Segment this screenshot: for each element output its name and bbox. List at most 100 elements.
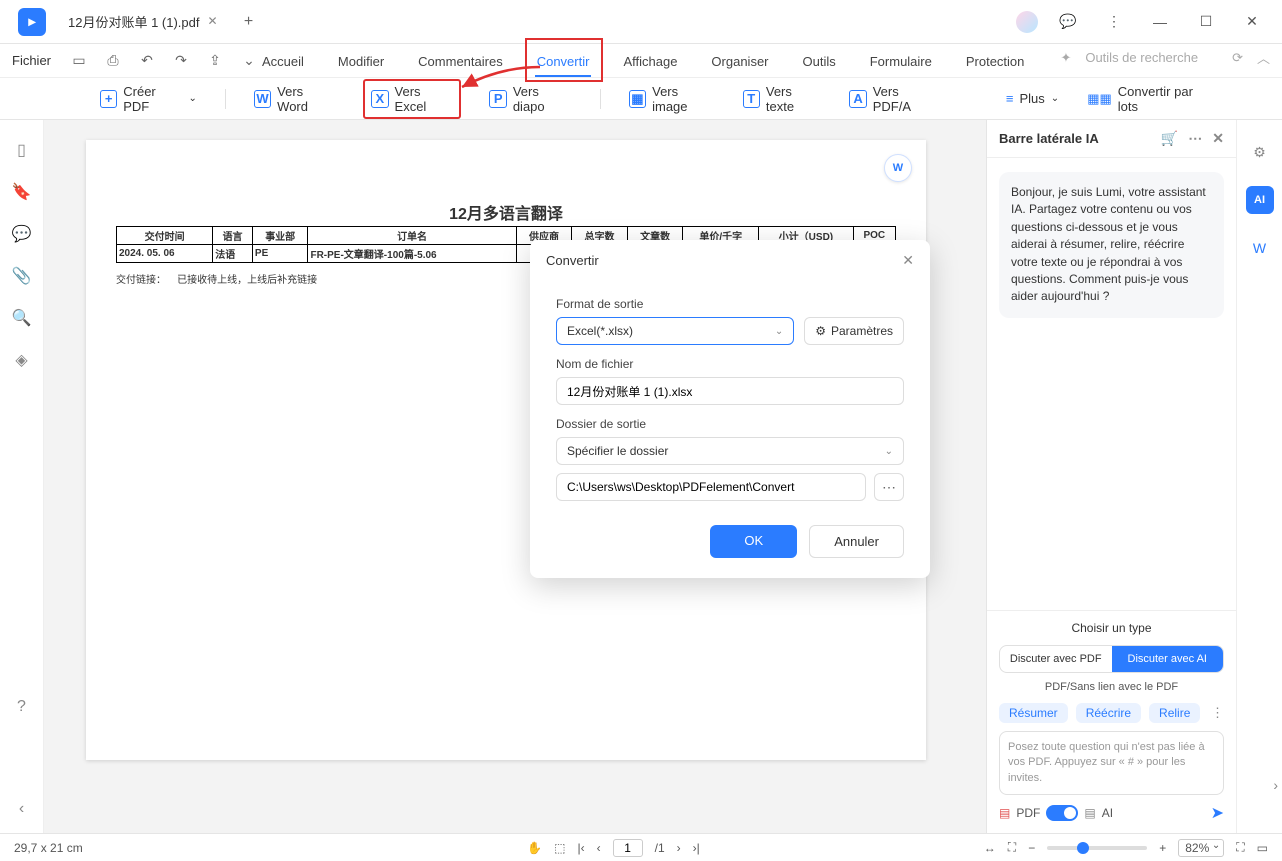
tab-outils[interactable]: Outils: [801, 48, 838, 75]
page-dimensions: 29,7 x 21 cm: [14, 841, 83, 855]
fullscreen-icon[interactable]: ⛶: [1236, 840, 1244, 855]
file-menu[interactable]: Fichier: [12, 53, 51, 68]
zoom-slider[interactable]: [1047, 846, 1147, 850]
tab-commentaires[interactable]: Commentaires: [416, 48, 505, 75]
batch-convert-button[interactable]: ▦▦Convertir par lots: [1087, 84, 1212, 114]
word-rail-icon[interactable]: W: [1246, 234, 1274, 262]
word-icon: W: [254, 90, 271, 108]
comment-icon[interactable]: 💬: [1052, 6, 1084, 38]
create-pdf-button[interactable]: +Créer PDF⌄: [100, 84, 197, 114]
comment-rail-icon[interactable]: 💬: [12, 224, 32, 244]
page-icon[interactable]: ▯: [12, 140, 32, 160]
to-image-button[interactable]: ▦Vers image: [629, 84, 715, 114]
page-number-input[interactable]: [613, 839, 643, 857]
read-mode-icon[interactable]: ▭: [1257, 841, 1268, 855]
tab-affichage[interactable]: Affichage: [621, 48, 679, 75]
discuss-pdf-button[interactable]: Discuter avec PDF: [1000, 646, 1112, 672]
cancel-button[interactable]: Annuler: [809, 525, 904, 558]
to-pdfa-button[interactable]: AVers PDF/A: [849, 84, 938, 114]
next-page-icon[interactable]: ›: [677, 841, 681, 855]
open-icon[interactable]: ▭: [65, 49, 93, 73]
avatar[interactable]: [1016, 11, 1038, 33]
plus-icon: +: [100, 90, 117, 108]
gear-icon: ⚙: [815, 324, 826, 338]
undo-icon[interactable]: ↶: [133, 49, 161, 73]
tab-convertir[interactable]: Convertir: [535, 48, 592, 77]
format-select[interactable]: Excel(*.xlsx)⌄: [556, 317, 794, 345]
fit-width-icon[interactable]: ↔: [984, 841, 996, 855]
parameters-button[interactable]: ⚙Paramètres: [804, 317, 904, 345]
print-icon[interactable]: ⎙: [99, 49, 127, 73]
more-icon[interactable]: ⋯: [1188, 130, 1202, 147]
to-text-button[interactable]: TVers texte: [743, 84, 822, 114]
text-icon: T: [743, 90, 760, 108]
format-label: Format de sortie: [556, 297, 904, 311]
link-note: PDF/Sans lien avec le PDF: [999, 681, 1224, 693]
tab-organiser[interactable]: Organiser: [709, 48, 770, 75]
pdf-toggle[interactable]: [1046, 805, 1078, 821]
to-excel-button[interactable]: XVers Excel: [363, 79, 461, 119]
tab-modifier[interactable]: Modifier: [336, 48, 386, 75]
settings-sliders-icon[interactable]: ⚙: [1246, 138, 1274, 166]
prev-page-icon[interactable]: ‹: [597, 841, 601, 855]
select-tool-icon[interactable]: ⬚: [554, 841, 565, 855]
kebab-menu-icon[interactable]: ⋮: [1098, 6, 1130, 38]
close-sidebar-icon[interactable]: ✕: [1212, 130, 1224, 147]
search-tools-label[interactable]: Outils de recherche: [1085, 50, 1198, 65]
tab-accueil[interactable]: Accueil: [260, 48, 306, 75]
help-icon[interactable]: ?: [12, 697, 32, 717]
powerpoint-icon: P: [489, 90, 506, 108]
more-button[interactable]: ≡Plus⌄: [1006, 91, 1059, 106]
first-page-icon[interactable]: |‹: [578, 841, 585, 855]
chevron-up-icon[interactable]: ︿: [1257, 48, 1270, 67]
chip-resume[interactable]: Résumer: [999, 703, 1068, 723]
browse-button[interactable]: ⋯: [874, 473, 904, 501]
collapse-left-icon[interactable]: ‹: [12, 799, 32, 819]
cloud-sync-icon[interactable]: ⟳: [1232, 50, 1243, 66]
choose-type-label: Choisir un type: [999, 621, 1224, 635]
chip-rewrite[interactable]: Réécrire: [1076, 703, 1141, 723]
zoom-out-icon[interactable]: −: [1028, 841, 1035, 855]
redo-icon[interactable]: ↷: [167, 49, 195, 73]
ai-input[interactable]: Posez toute question qui n'est pas liée …: [999, 731, 1224, 795]
collapse-right-icon[interactable]: ›: [1273, 777, 1278, 793]
fit-page-icon[interactable]: ⛶: [1008, 840, 1016, 855]
convert-dialog: Convertir ✕ Format de sortie Excel(*.xls…: [530, 240, 930, 578]
hand-tool-icon[interactable]: ✋: [527, 841, 542, 855]
tab-protection[interactable]: Protection: [964, 48, 1027, 75]
output-path-input[interactable]: [556, 473, 866, 501]
status-bar: 29,7 x 21 cm ✋ ⬚ |‹ ‹ /1 › ›| ↔ ⛶ − + 82…: [0, 833, 1282, 861]
tab-formulaire[interactable]: Formulaire: [868, 48, 934, 75]
pdfa-icon: A: [849, 90, 866, 108]
attachment-icon[interactable]: 📎: [12, 266, 32, 286]
folder-select[interactable]: Spécifier le dossier⌄: [556, 437, 904, 465]
dialog-close-icon[interactable]: ✕: [902, 252, 914, 269]
ai-file-icon: ▤: [1084, 806, 1095, 820]
bookmark-icon[interactable]: 🔖: [12, 182, 32, 202]
to-word-button[interactable]: WVers Word: [254, 84, 335, 114]
chips-more-icon[interactable]: ⋮: [1211, 705, 1224, 721]
minimize-icon[interactable]: —: [1144, 6, 1176, 38]
send-icon[interactable]: ➤: [1211, 803, 1224, 823]
last-page-icon[interactable]: ›|: [693, 841, 700, 855]
discuss-ai-button[interactable]: Discuter avec AI: [1112, 646, 1224, 672]
to-powerpoint-button[interactable]: PVers diapo: [489, 84, 571, 114]
ok-button[interactable]: OK: [710, 525, 797, 558]
cart-icon[interactable]: 🛒: [1161, 130, 1178, 147]
left-rail: ▯ 🔖 💬 📎 🔍 ◈ ? ‹: [0, 120, 44, 833]
search-icon[interactable]: 🔍: [12, 308, 32, 328]
close-window-icon[interactable]: ✕: [1236, 6, 1268, 38]
word-badge-icon[interactable]: W: [884, 154, 912, 182]
document-tab[interactable]: 12月份对账单 1 (1).pdf ✕: [56, 6, 224, 38]
layers-icon[interactable]: ◈: [12, 350, 32, 370]
ai-rail-icon[interactable]: AI: [1246, 186, 1274, 214]
maximize-icon[interactable]: ☐: [1190, 6, 1222, 38]
chevron-down-icon[interactable]: ⌄: [235, 49, 263, 73]
zoom-select[interactable]: 82%: [1178, 839, 1224, 857]
close-tab-icon[interactable]: ✕: [207, 14, 217, 28]
filename-input[interactable]: [556, 377, 904, 405]
zoom-in-icon[interactable]: +: [1159, 841, 1166, 855]
share-icon[interactable]: ⇪: [201, 49, 229, 73]
chip-proofread[interactable]: Relire: [1149, 703, 1200, 723]
new-tab-button[interactable]: +: [234, 13, 264, 31]
